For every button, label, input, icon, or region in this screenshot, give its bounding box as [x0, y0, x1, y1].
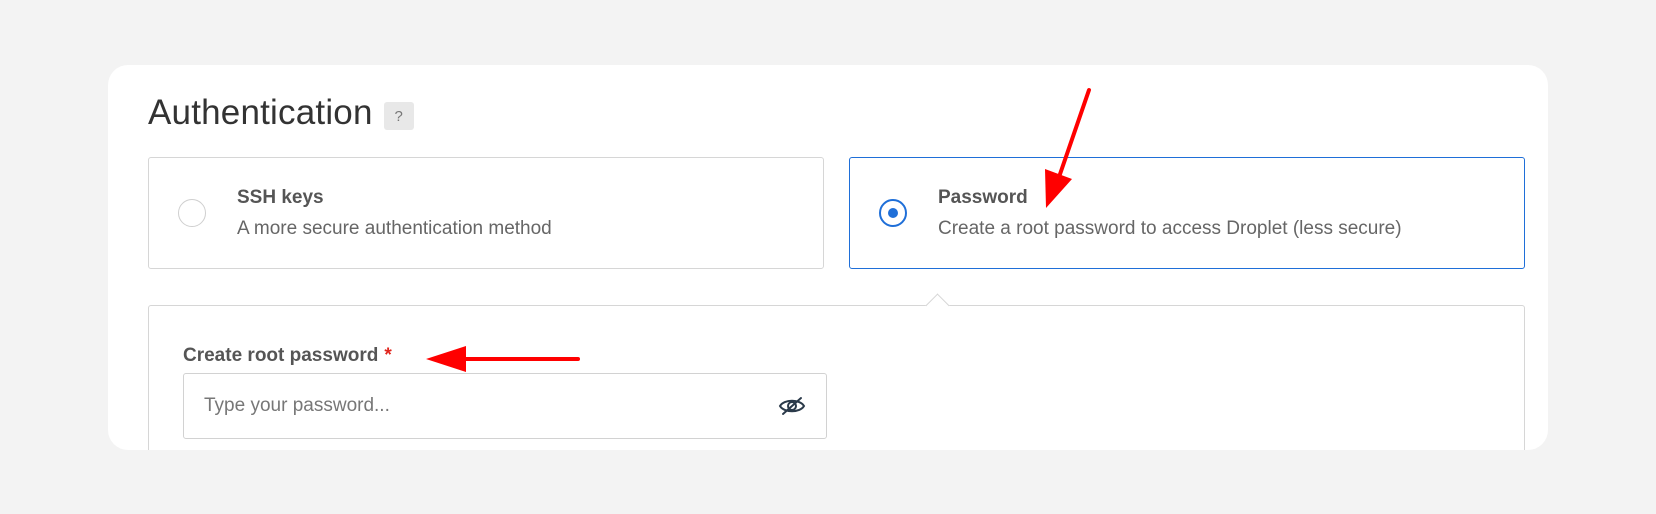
option-password[interactable]: Password Create a root password to acces…	[849, 157, 1525, 269]
panel-pointer	[925, 293, 950, 318]
option-description: Create a root password to access Droplet…	[938, 218, 1402, 239]
option-description: A more secure authentication method	[237, 218, 552, 239]
required-marker: *	[384, 345, 392, 366]
option-ssh-keys[interactable]: SSH keys A more secure authentication me…	[148, 157, 824, 269]
option-title: SSH keys	[237, 187, 324, 208]
authentication-card: Authentication ? SSH keys A more secure …	[108, 65, 1548, 450]
ssh-keys-radio[interactable]	[178, 199, 206, 227]
password-input-box	[183, 373, 827, 439]
eye-slash-icon[interactable]	[778, 395, 806, 417]
help-badge[interactable]: ?	[383, 102, 414, 130]
password-input[interactable]	[185, 375, 745, 437]
password-field-label: Create root password *	[183, 345, 392, 367]
authentication-header: Authentication ?	[148, 93, 414, 133]
password-radio[interactable]	[879, 199, 907, 227]
password-label-text: Create root password	[183, 345, 379, 366]
password-panel: Create root password *	[148, 293, 1525, 450]
section-title: Authentication	[148, 93, 373, 132]
option-title: Password	[938, 187, 1028, 208]
